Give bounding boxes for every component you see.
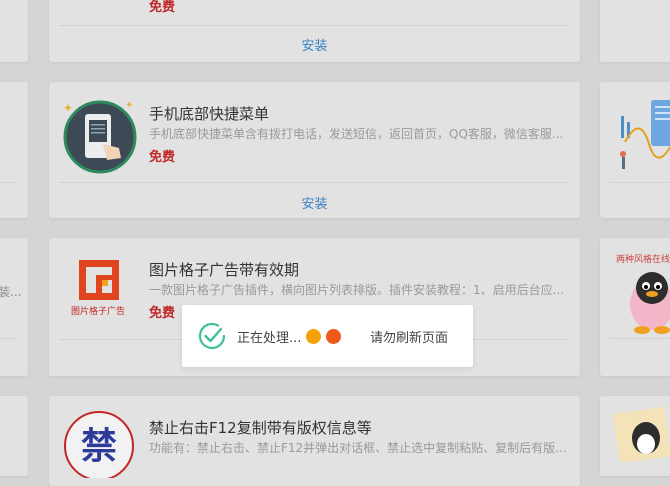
qq-note-icon <box>613 407 670 462</box>
plugin-description: 功能有：禁止右击、禁止F12并弹出对话框、禁止选中复制粘贴、复制后有版... <box>149 441 567 455</box>
divider <box>610 182 670 183</box>
svg-text:✦: ✦ <box>63 101 73 115</box>
plugin-title[interactable]: 图片格子广告带有效期 <box>149 259 299 280</box>
check-circle-icon <box>198 322 226 350</box>
plugin-price: 免费 <box>149 0 176 15</box>
svg-text:禁: 禁 <box>81 425 117 467</box>
left-card-2 <box>0 82 28 218</box>
plugin-description: 手机底部快捷菜单含有拨打电话，发送短信，返回首页，QQ客服，微信客服... <box>149 127 564 141</box>
right-card-2 <box>600 82 670 218</box>
loading-dialog: 正在处理... 请勿刷新页面 <box>182 305 473 367</box>
grid-logo-icon <box>79 260 119 300</box>
plugin-title[interactable]: 手机底部快捷菜单 <box>149 103 269 124</box>
divider <box>0 338 18 339</box>
loading-dot-2 <box>326 329 341 344</box>
chart-illustration-icon <box>620 100 670 169</box>
plugin-description: 一款图片格子广告插件，横向图片列表排版。插件安装教程：1、启用后台应... <box>149 283 565 297</box>
divider <box>610 338 670 339</box>
plugin-price: 免费 <box>149 306 176 321</box>
right-card-3: 两种风格在线 <box>600 238 670 376</box>
right-card-4 <box>600 396 670 476</box>
plugin-card-2: ✦ ✦ 手机底部快捷菜单 手机底部快捷菜单含有拨打电话，发送短信，返回首页，QQ… <box>49 82 580 218</box>
mobile-menu-icon: ✦ ✦ <box>63 100 137 174</box>
right-card-banner-text: 两种风格在线 <box>616 255 670 265</box>
svg-text:✦: ✦ <box>125 100 133 111</box>
plugin-price: 免费 <box>149 150 176 165</box>
install-button[interactable]: 安装 <box>49 193 580 212</box>
plugin-card-4: 禁 禁止右击F12复制带有版权信息等 功能有：禁止右击、禁止F12并弹出对话框、… <box>49 396 580 486</box>
right-card-1 <box>600 0 670 62</box>
divider <box>59 182 570 183</box>
no-copy-seal-icon: 禁 <box>64 411 134 478</box>
penguin-mascot-icon <box>630 272 670 334</box>
loading-dot-1 <box>306 329 321 344</box>
plugin-title[interactable]: 禁止右击F12复制带有版权信息等 <box>149 417 372 438</box>
left-card-3: 装... <box>0 238 28 376</box>
left-card-snippet: 装... <box>0 285 22 299</box>
install-button[interactable]: 安装 <box>49 35 580 54</box>
do-not-refresh-note: 请勿刷新页面 <box>370 331 449 346</box>
left-card-4 <box>0 396 28 476</box>
loading-message: 正在处理... <box>237 331 302 346</box>
divider <box>0 182 18 183</box>
left-card-1 <box>0 0 28 62</box>
image-grid-ad-logo: 图片格子广告 <box>69 260 131 322</box>
logo-caption: 图片格子广告 <box>71 307 126 317</box>
plugin-card-1: 免费 安装 <box>49 0 580 62</box>
divider <box>59 25 570 26</box>
